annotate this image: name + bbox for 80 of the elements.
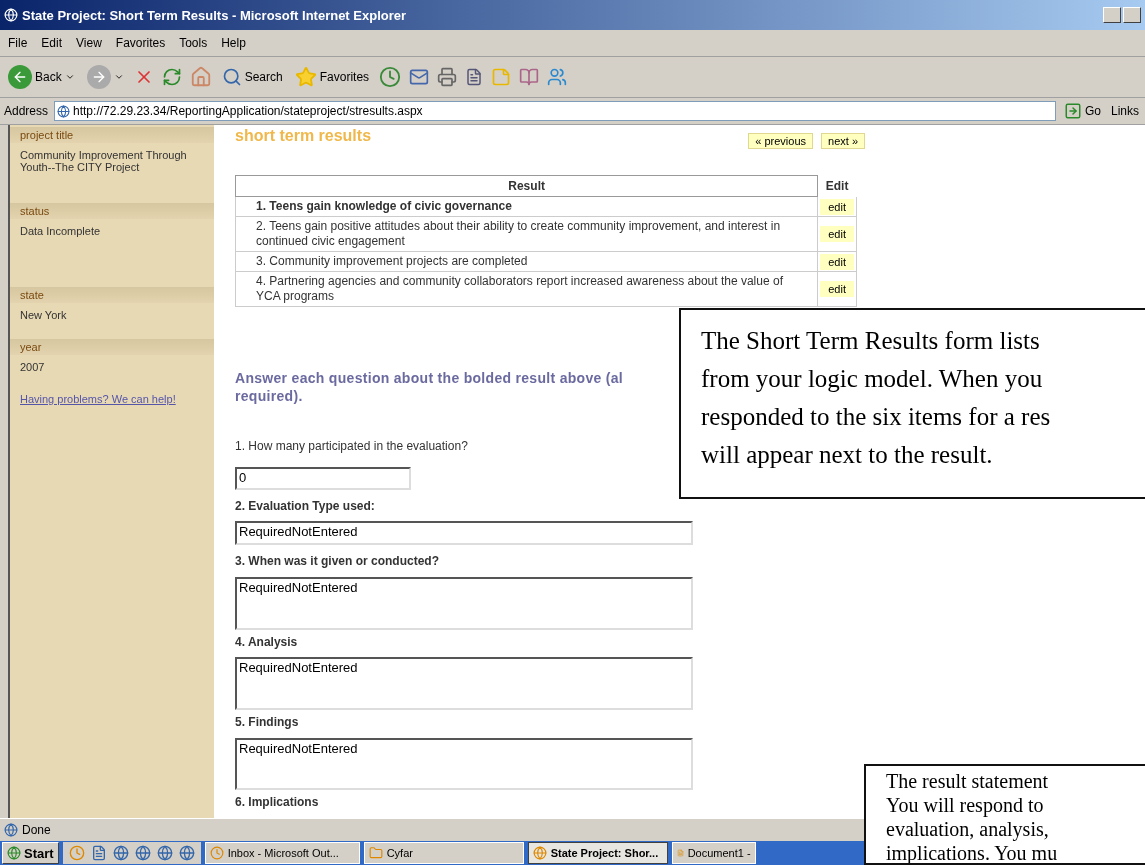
menu-item[interactable]: View [76,36,102,50]
status-text: Done [22,823,51,837]
go-button[interactable]: Go [1061,100,1103,122]
page-icon [4,823,18,837]
search-icon [221,67,242,87]
answer-area[interactable]: RequiredNotEntered [235,737,693,791]
result-cell[interactable]: 1. Teens gain knowledge of civic governance [235,196,818,217]
result-cell[interactable]: 4. Partnering agencies and community collaborators report increased awareness about the value of YCA programs [235,271,818,307]
input-field[interactable]: RequiredNotEntered [235,521,693,546]
result-cell[interactable]: 3. Community improvement projects are completed [235,251,818,272]
taskbar-button[interactable]: Inbox - Microsoft Out... [204,842,360,864]
caret-icon [113,72,124,82]
taskbar-button[interactable]: State Project: Shor... [527,842,668,864]
links-button[interactable]: Links [1109,102,1141,120]
menu-item[interactable]: File [8,36,28,50]
sidebar-heading: year [10,339,214,355]
question-label: 4. Analysis [235,634,298,651]
star-icon [294,66,317,88]
browser-icon[interactable] [112,845,129,861]
people-icon[interactable] [547,67,568,87]
start-button[interactable]: Start [2,842,59,864]
sidebar-heading: state [10,287,214,303]
browser-icon[interactable] [134,845,151,861]
address-label: Address [4,104,49,118]
menu-item[interactable]: Help [221,36,246,50]
answer-area[interactable]: RequiredNotEntered [235,576,693,630]
sidebar-value: New York [19,308,68,323]
books-icon[interactable] [519,67,540,87]
edit-button[interactable]: edit [820,281,854,297]
pager-button[interactable]: « previous [748,133,814,149]
document-icon[interactable] [90,845,107,861]
browser-icon[interactable] [178,845,195,861]
refresh-icon[interactable] [161,67,182,87]
page-title: short term results [235,127,372,145]
edit-button[interactable]: edit [820,198,854,215]
column-header: Edit [817,175,857,197]
help-link[interactable]: Having problems? We can help! [20,393,204,405]
instructions-text: Answer each question about the bolded result above (al required). [235,369,624,405]
sidebar-heading: project title [10,127,214,143]
question-label: 6. Implications [235,795,319,812]
document-icon[interactable] [465,68,484,86]
back-button[interactable]: Back [6,63,77,91]
sidebar-value: 2007 [19,360,46,375]
question-label: 5. Findings [235,714,299,731]
result-cell[interactable]: 2. Teens gain positive attitudes about their ability to create community improvement, and interest in continued civic engagement [235,216,818,252]
search-button[interactable]: Search [219,65,285,89]
callout-tooltip: The Short Term Results form lists from your logic model. When you responded to the six items for a res will appear next to the result. [679,308,1145,499]
taskbar-button[interactable]: Cyfar [363,842,524,864]
clock-icon [209,846,224,860]
minimize-button[interactable] [1103,7,1121,23]
print-icon[interactable] [437,67,458,87]
taskbar-button[interactable]: Document1 - [671,842,756,864]
input-field[interactable]: 0 [235,466,411,490]
question-label: 1. How many participated in the evaluation? [235,439,468,455]
window-title: State Project: Short Term Results - Microsoft Internet Explorer [4,7,407,23]
globe-icon [532,846,547,860]
edit-button[interactable]: edit [820,253,854,270]
pager-button[interactable]: next » [821,133,865,149]
answer-area[interactable]: RequiredNotEntered [235,657,693,710]
menu-item[interactable]: Edit [41,36,63,50]
maximize-button[interactable] [1123,7,1141,23]
column-header: Result [235,175,818,197]
caret-icon [64,72,75,82]
sidebar-value: Data Incomplete [19,224,102,239]
globe-icon [57,104,71,118]
sidebar-value: Community Improvement Through Youth--The CITY Project [19,148,188,175]
folder-icon [368,846,383,860]
address-field[interactable]: http://72.29.23.34/ReportingApplication/stateproject/stresults.aspx [54,101,1056,121]
document-icon [676,846,684,860]
browser-icon [4,8,18,22]
mail-icon[interactable] [409,67,430,87]
history-icon[interactable] [379,66,402,88]
edit-button[interactable]: edit [820,226,854,242]
favorites-button[interactable]: Favorites [292,64,372,90]
menu-item[interactable]: Favorites [115,36,166,50]
question-label: 3. When was it given or conducted? [235,554,440,571]
menu-item[interactable]: Tools [179,36,208,50]
question-label: 2. Evaluation Type used: [235,498,375,515]
sidebar-heading: status [10,203,214,219]
home-icon[interactable] [189,66,212,88]
